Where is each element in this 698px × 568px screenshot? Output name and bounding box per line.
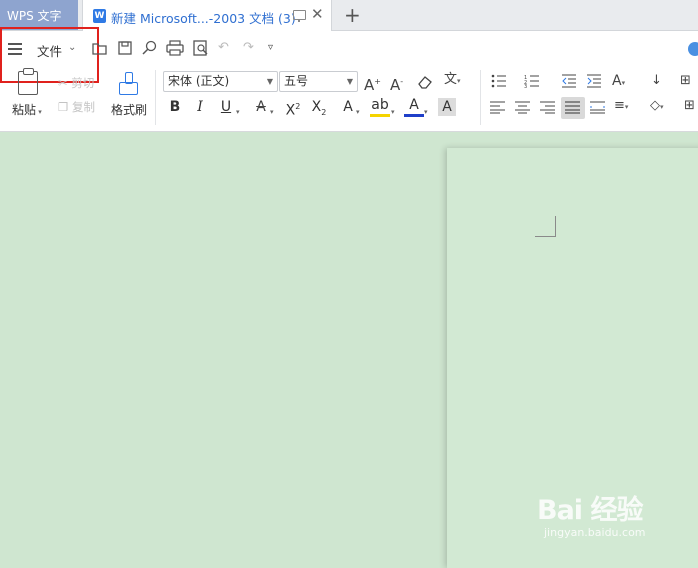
undo-icon[interactable]: ↶ xyxy=(218,40,229,56)
bullet-list-icon[interactable] xyxy=(491,74,507,88)
character-shading-icon[interactable]: A xyxy=(438,98,456,116)
font-family-select[interactable]: 宋体 (正文) ▼ xyxy=(163,71,278,92)
numbered-list-icon[interactable]: 123 xyxy=(524,74,540,88)
subscript-icon[interactable]: X2 xyxy=(309,97,329,117)
line-spacing-icon[interactable]: ≡▾ xyxy=(614,98,628,115)
distributed-align-icon[interactable] xyxy=(590,101,606,114)
print-icon[interactable] xyxy=(166,40,184,56)
phonetic-guide-icon[interactable]: 文▾ xyxy=(444,72,461,89)
watermark-brand: Bai 经验 xyxy=(537,495,643,526)
tab-document[interactable]: W 新建 Microsoft...-2003 文档 (3) ✕ xyxy=(82,0,332,31)
show-formatting-icon[interactable]: ⊞ xyxy=(680,73,691,89)
baidu-watermark: Bai 经验 jingyan.baidu.com xyxy=(537,488,646,539)
clear-format-icon[interactable] xyxy=(417,74,433,90)
cut-button[interactable]: ✂ 剪切 xyxy=(58,75,94,91)
decrease-indent-icon[interactable] xyxy=(561,74,577,88)
customize-toolbar-icon[interactable]: ▿ xyxy=(268,40,273,56)
text-effect-dropdown-icon[interactable]: ▾ xyxy=(356,104,360,120)
align-left-icon[interactable] xyxy=(490,101,506,114)
format-painter-button[interactable]: 格式刷 xyxy=(111,101,147,118)
scissors-icon: ✂ xyxy=(58,76,72,90)
copy-icon: ❐ xyxy=(58,100,72,114)
strikethrough-icon[interactable]: A xyxy=(251,97,271,117)
superscript-icon[interactable]: X2 xyxy=(283,97,303,119)
strikethrough-dropdown-icon[interactable]: ▾ xyxy=(270,104,274,120)
tab-document-title: 新建 Microsoft...-2003 文档 (3) xyxy=(111,11,296,26)
redo-icon[interactable]: ↷ xyxy=(243,40,254,56)
paste-button[interactable]: 粘贴 ▾ xyxy=(12,101,42,118)
font-family-value: 宋体 (正文) xyxy=(168,74,230,88)
close-tab-icon[interactable]: ✕ xyxy=(311,5,324,23)
sort-icon[interactable]: ↓ xyxy=(651,73,662,89)
justify-button[interactable] xyxy=(561,97,585,119)
bold-icon[interactable]: B xyxy=(165,97,185,117)
open-folder-icon[interactable] xyxy=(92,41,108,55)
tab-wps-home[interactable]: WPS 文字 xyxy=(0,0,78,30)
cut-label: 剪切 xyxy=(71,76,95,90)
pin-window-icon[interactable] xyxy=(293,10,306,22)
align-right-icon[interactable] xyxy=(540,101,556,114)
paste-label: 粘贴 xyxy=(12,103,37,117)
format-painter-icon[interactable] xyxy=(118,72,138,96)
grow-font-icon[interactable]: A+ xyxy=(364,74,381,93)
copy-button[interactable]: ❐ 复制 xyxy=(58,99,95,115)
font-size-value: 五号 xyxy=(284,74,309,88)
margin-corner-mark xyxy=(535,216,556,237)
paste-icon[interactable] xyxy=(18,68,38,95)
word-doc-icon: W xyxy=(93,9,106,23)
watermark-url: jingyan.baidu.com xyxy=(544,526,646,539)
text-effect-icon[interactable]: A xyxy=(338,97,358,117)
font-size-select[interactable]: 五号 ▼ xyxy=(279,71,358,92)
divider xyxy=(480,70,481,125)
underline-icon[interactable]: U xyxy=(216,97,236,117)
underline-dropdown-icon[interactable]: ▾ xyxy=(236,104,240,120)
user-avatar[interactable] xyxy=(688,42,698,56)
font-color-dropdown-icon[interactable]: ▾ xyxy=(424,104,428,120)
copy-label: 复制 xyxy=(71,100,95,114)
highlight-dropdown-icon[interactable]: ▾ xyxy=(391,104,395,120)
shrink-font-icon[interactable]: A- xyxy=(390,74,403,93)
divider xyxy=(155,70,156,125)
borders-icon[interactable]: ⊞ xyxy=(684,98,695,114)
font-color-icon[interactable]: A xyxy=(404,97,424,117)
shading-icon[interactable]: ◇▾ xyxy=(650,98,664,115)
find-icon[interactable] xyxy=(142,40,158,56)
align-center-icon[interactable] xyxy=(515,101,531,114)
save-icon[interactable] xyxy=(118,41,132,55)
text-direction-icon[interactable]: A▾ xyxy=(612,73,625,91)
italic-icon[interactable]: I xyxy=(190,97,210,117)
highlight-icon[interactable]: ab xyxy=(370,97,390,117)
new-tab-button[interactable]: + xyxy=(344,3,361,27)
justify-icon xyxy=(565,101,580,114)
print-preview-icon[interactable] xyxy=(193,40,209,56)
increase-indent-icon[interactable] xyxy=(586,74,602,88)
svg-text:3: 3 xyxy=(524,84,527,88)
